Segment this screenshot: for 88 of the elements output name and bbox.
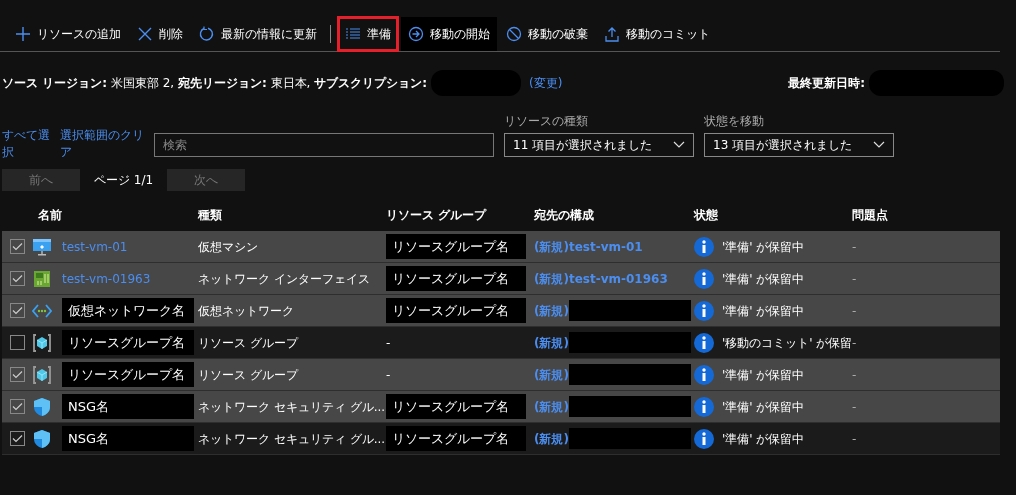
- resource-type: リソース グループ: [198, 367, 298, 382]
- circuit-board-icon: [32, 268, 52, 289]
- refresh-icon: [199, 25, 215, 42]
- column-header: 宛先の構成: [534, 207, 595, 224]
- checkbox[interactable]: [10, 335, 25, 350]
- resource-group-name: リソースグループ名: [386, 233, 526, 260]
- destination-link[interactable]: (新規): [534, 333, 569, 352]
- search-field[interactable]: 検索: [154, 133, 494, 157]
- info-icon: [694, 332, 714, 353]
- toolbar-button[interactable]: リソースの追加: [8, 16, 128, 51]
- status-text: '移動のコミット' が保留: [722, 335, 853, 350]
- dropdown[interactable]: 11 項目が選択されました: [504, 133, 694, 157]
- upload-icon: [604, 25, 620, 42]
- issues-text: -: [852, 271, 857, 286]
- change-link[interactable]: (変更): [529, 74, 563, 92]
- resource-type: リソース グループ: [198, 335, 298, 350]
- monitor-icon: [32, 236, 52, 257]
- list-icon: [345, 25, 361, 42]
- toolbar-button[interactable]: 移動の開始: [401, 16, 497, 51]
- column-header: 問題点: [852, 207, 889, 224]
- resource-type: ネットワーク インターフェイス: [198, 271, 370, 286]
- add-icon: [15, 25, 31, 42]
- resource-group-name: -: [386, 367, 391, 382]
- toolbar-button[interactable]: 削除: [130, 16, 190, 51]
- checkbox[interactable]: [10, 239, 25, 254]
- dropdown-label: 状態を移動: [704, 113, 765, 130]
- checkbox[interactable]: [10, 303, 25, 318]
- toolbar-button[interactable]: 移動の破棄: [499, 16, 595, 51]
- resource-name: 仮想ネットワーク名: [62, 297, 194, 324]
- status-text: '準備' が保留中: [722, 239, 805, 254]
- close-icon: [137, 25, 153, 42]
- updated-label: 最終更新日時:: [788, 75, 865, 92]
- shield-icon: [32, 396, 52, 417]
- region-info: ソース リージョン: 米国東部 2, 宛先リージョン: 東日本, サブスクリプション:: [2, 75, 427, 92]
- dropdown-label: リソースの種類: [504, 113, 589, 130]
- clear-selection-link[interactable]: 選択範囲のクリア: [60, 127, 144, 161]
- shield-icon: [32, 428, 52, 449]
- status-text: '準備' が保留中: [722, 399, 805, 414]
- column-header: 種類: [198, 207, 223, 224]
- checkbox[interactable]: [10, 431, 25, 446]
- dropdown[interactable]: 13 項目が選択されました: [704, 133, 894, 157]
- resource-name: リソースグループ名: [62, 329, 194, 356]
- resource-group-name: リソースグループ名: [386, 297, 526, 324]
- status-text: '準備' が保留中: [722, 303, 805, 318]
- info-icon: [694, 364, 714, 385]
- info-icon: [694, 236, 714, 257]
- resource-name: NSG名: [62, 393, 194, 420]
- resource-group-name: -: [386, 335, 391, 350]
- toolbar-button[interactable]: 準備: [337, 15, 399, 52]
- issues-text: -: [852, 303, 857, 318]
- issues-text: -: [852, 431, 857, 446]
- resource-group-name: リソースグループ名: [386, 425, 526, 452]
- resource-group-name: リソースグループ名: [386, 393, 526, 420]
- issues-text: -: [852, 335, 857, 350]
- issues-text: -: [852, 239, 857, 254]
- info-icon: [694, 396, 714, 417]
- resource-name: NSG名: [62, 425, 194, 452]
- arrow-circle-icon: [408, 25, 424, 42]
- resource-name: リソースグループ名: [62, 361, 194, 388]
- chevron-down-icon: [873, 141, 885, 149]
- resource-type: ネットワーク セキュリティ グル...: [198, 431, 386, 446]
- cube-icon: [32, 364, 52, 385]
- chevron-down-icon: [673, 141, 685, 149]
- resource-group-name: リソースグループ名: [386, 265, 526, 292]
- select-all-link[interactable]: すべて選択: [2, 127, 50, 161]
- page-indicator: ページ 1/1: [94, 172, 154, 189]
- column-header: 名前: [37, 207, 63, 224]
- resource-type: 仮想ネットワーク: [198, 303, 294, 318]
- column-header: 状態: [694, 207, 719, 224]
- cancel-icon: [506, 25, 522, 42]
- toolbar-button[interactable]: 最新の情報に更新: [192, 16, 324, 51]
- info-icon: [694, 300, 714, 321]
- status-text: '準備' が保留中: [722, 431, 805, 446]
- info-icon: [694, 268, 714, 289]
- status-text: '準備' が保留中: [722, 271, 805, 286]
- cube-icon: [32, 332, 52, 353]
- column-header: リソース グループ: [386, 207, 488, 224]
- issues-text: -: [852, 399, 857, 414]
- destination-link[interactable]: (新規): [534, 429, 569, 448]
- status-text: '準備' が保留中: [722, 367, 805, 382]
- info-icon: [694, 428, 714, 449]
- checkbox[interactable]: [10, 367, 25, 382]
- resource-type: 仮想マシン: [198, 239, 258, 254]
- checkbox[interactable]: [10, 399, 25, 414]
- issues-text: -: [852, 367, 857, 382]
- checkbox[interactable]: [10, 271, 25, 286]
- resource-type: ネットワーク セキュリティ グル...: [198, 399, 386, 414]
- toolbar-button[interactable]: 移動のコミット: [597, 16, 717, 51]
